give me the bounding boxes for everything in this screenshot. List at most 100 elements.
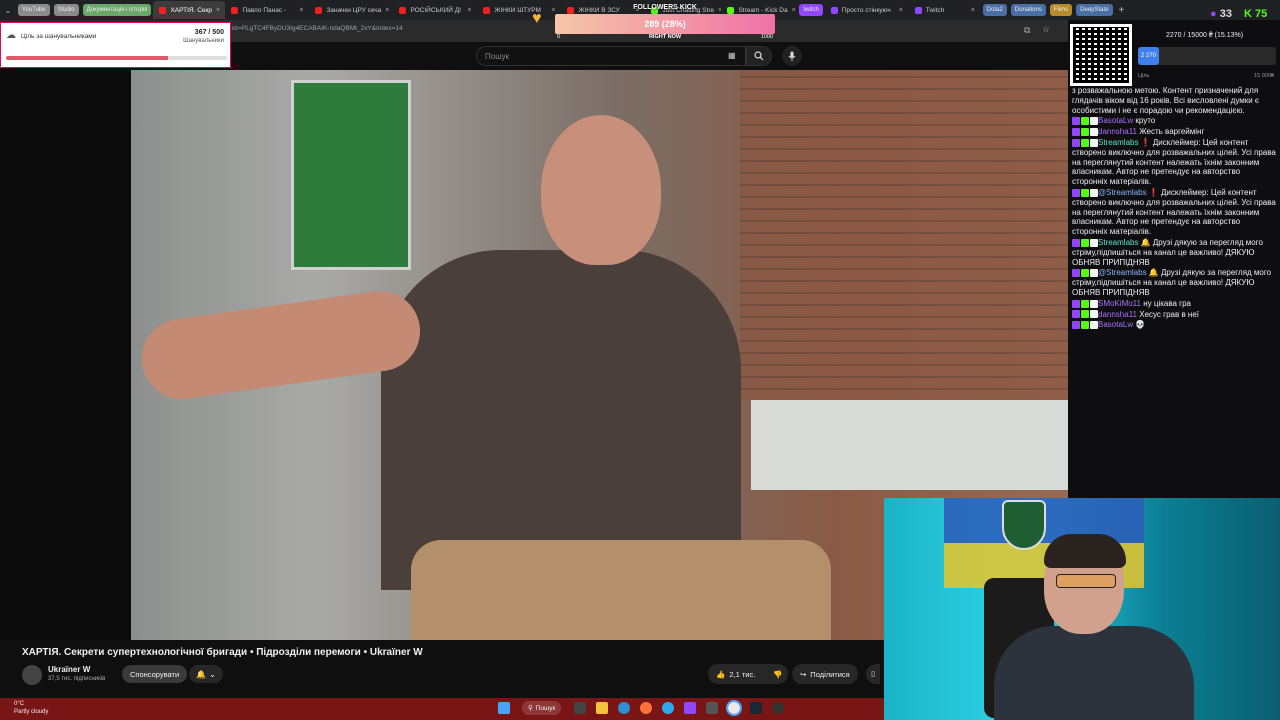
tab-title: Twitch [925,6,945,14]
badge-icon [1090,310,1098,319]
bookmark-twitch[interactable]: twitch [799,4,823,16]
close-tab-icon[interactable]: × [971,7,975,14]
chat-username[interactable]: BasotaLw [1098,320,1133,329]
like-count: 2,1 тис. [729,669,756,679]
edge-icon[interactable] [618,702,630,714]
weather-widget[interactable]: 0°C Partly cloudy [14,700,48,716]
cast-icon[interactable]: ⧉ [1024,25,1030,36]
youtube-favicon-icon [399,6,407,14]
close-tab-icon[interactable]: × [899,7,903,14]
tab-youtube-2[interactable]: Павло Панас - × [225,1,309,19]
badge-icon [1081,188,1089,197]
tab-twitch-1[interactable]: Просто стінкуюч × [825,1,909,19]
close-tab-icon[interactable]: × [299,7,303,14]
viewer-icon: ● [1210,8,1217,20]
twitch-favicon-icon [830,6,838,14]
bookmark-deepstate[interactable]: DeepState [1076,4,1113,16]
task-view-icon[interactable] [574,702,586,714]
chat-username[interactable]: dannsha11 [1098,127,1137,136]
share-button[interactable]: ↪ Поділитися [792,664,858,684]
bookmark-dota2[interactable]: Dota2 [982,4,1007,16]
viewer-count: ● 33 [1210,8,1232,20]
close-tab-icon[interactable]: × [467,7,471,14]
taskbar-search[interactable]: ⚲ Пошук [522,701,562,715]
close-tab-icon[interactable]: × [216,7,220,14]
tab-youtube-5[interactable]: ЖІНКИ ШТУРМ × [477,1,561,19]
unit-emblem [1002,500,1046,550]
person-body [381,250,741,590]
glasses [1056,574,1116,588]
followers-bar-max: 1000 [760,34,773,40]
badge-icon [1090,138,1098,147]
chrome-icon[interactable] [726,700,742,716]
telegram-icon[interactable] [662,702,674,714]
weather-temp: 0°C [14,701,25,707]
badge-icon [1072,321,1080,330]
share-icon: ↪ [800,669,807,679]
chat-username[interactable]: Streamlabs [1098,138,1138,147]
steam-icon[interactable] [750,702,762,714]
chat-username[interactable]: Streamlabs [1098,238,1138,247]
user-badges [1072,321,1098,330]
chat-text: круто [1135,116,1156,126]
bookmark-star-icon[interactable]: ☆ [1042,24,1050,35]
chat-username[interactable]: @Streamlabs [1098,188,1147,197]
taskbar-search-label: Пошук [535,704,556,712]
tab-youtube-3[interactable]: Заначки ЦРУ сеча × [309,1,393,19]
tab-title: Павло Панас - [242,6,287,14]
twitch-app-icon[interactable] [684,702,696,714]
keyboard-icon[interactable]: ▦ [728,51,736,60]
new-tab-icon[interactable]: + [1119,5,1125,16]
chat-username[interactable]: SMoKiMo11 [1098,299,1141,308]
tab-active-video[interactable]: ХАРТІЯ. Секр × [153,1,226,19]
channel-name[interactable]: Ukraїner W [48,665,90,674]
badge-icon [1081,299,1089,308]
start-menu-icon[interactable] [498,702,510,714]
firefox-icon[interactable] [640,702,652,714]
donation-progress-track: 2 270 [1138,47,1276,65]
voice-search-button[interactable] [782,46,802,66]
bookmark-studio[interactable]: Studio [53,4,79,16]
like-button[interactable]: 👍 2,1 тис. 👎 [708,664,788,684]
search-input[interactable]: Пошук [476,46,746,66]
bookmark-films[interactable]: Films [1049,4,1073,16]
thumbs-down-icon[interactable]: 👎 [773,670,782,679]
chat-message: з розважальною метою. Контент призначени… [1072,86,1276,115]
badge-icon [1072,128,1080,137]
tab-twitch-2[interactable]: Twitch × [909,1,981,19]
badge-icon [1090,238,1098,247]
url-field[interactable]: list=PLgTC4FByDU3Ig4ECABAIK-ndaQBMt_2xY&… [230,25,403,32]
close-tab-icon[interactable]: × [792,7,796,14]
app-icon[interactable] [706,702,718,714]
bookmark-youtube[interactable]: YouTube [18,4,50,16]
donation-fill-label: 2 270 [1140,53,1156,59]
followers-bar-mid: RIGHT NOW [648,34,682,40]
badge-icon [1072,188,1080,197]
chat-username[interactable]: BasotaLw [1098,116,1133,125]
chat-message: Streamlabs ❗ Дисклеймер: Цей контент ств… [1072,138,1276,187]
badge-icon [1081,138,1089,147]
notifications-button[interactable]: 🔔 ⌄ [189,665,223,683]
chat-text: Жесть варгеймінг [1139,127,1205,137]
file-explorer-icon[interactable] [596,702,608,714]
chat-text: з розважальною метою. Контент призначени… [1072,86,1260,115]
goal-progress-fill [6,56,169,60]
save-button[interactable]: ▯ [866,664,880,684]
obs-icon[interactable] [772,702,784,714]
goal-count: 367 / 500 [194,29,224,36]
bookmark-docs[interactable]: Документація і історія [82,4,152,16]
chat-username[interactable]: dannsha11 [1098,310,1137,319]
close-tab-icon[interactable]: × [385,7,389,14]
tab-youtube-4[interactable]: РОСІЙСЬКИЙ ДІ × [393,1,477,19]
chat-text: ну цікава гра [1143,298,1191,308]
channel-avatar[interactable] [22,665,42,685]
chat-username[interactable]: @Streamlabs [1098,268,1147,277]
donation-summary: 2270 / 15000 ₴ (15.13%) [1166,32,1244,39]
sponsor-button[interactable]: Спонсорувати [122,665,188,683]
chat-message: @Streamlabs ❗ Дисклеймер: Цей контент ст… [1072,188,1276,237]
tab-list-menu-icon[interactable]: ⌄ [0,6,16,15]
bookmark-donations[interactable]: Donations [1010,4,1046,16]
microphone-icon [788,51,796,61]
person-legs [411,540,831,640]
search-button[interactable] [746,46,772,66]
